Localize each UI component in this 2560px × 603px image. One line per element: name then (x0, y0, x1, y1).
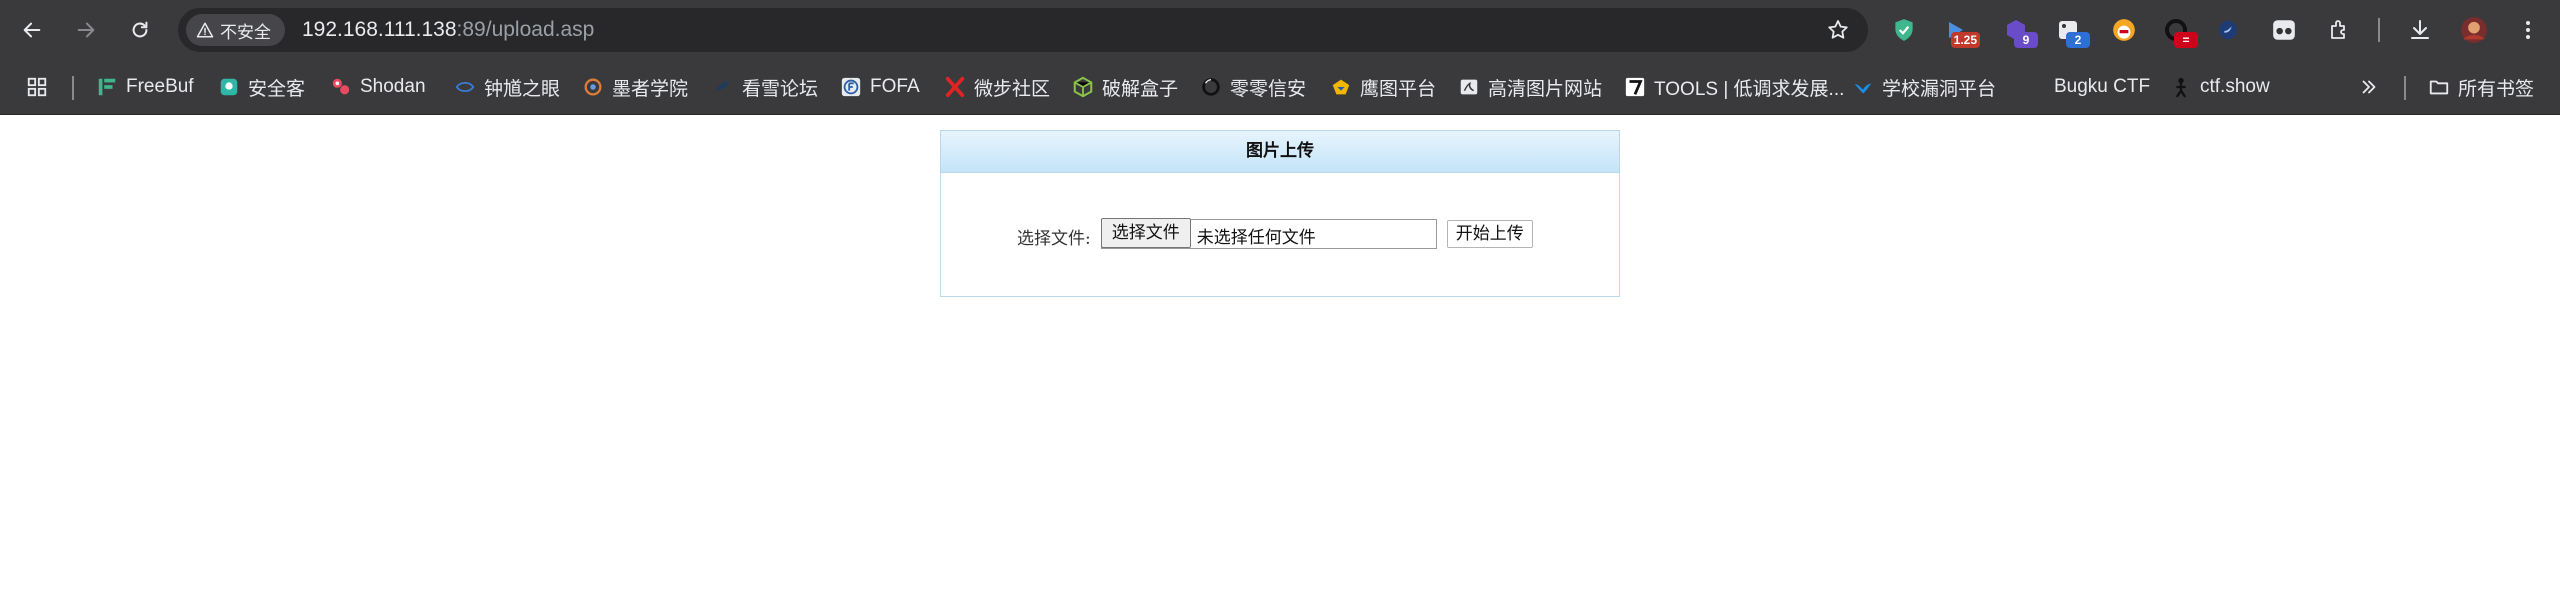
panel-title: 图片上传 (941, 131, 1619, 173)
bookmark-label: 高清图片网站 (1488, 78, 1603, 100)
bird-extension-icon[interactable] (2212, 14, 2244, 46)
dice-extension-badge: 2 (2066, 32, 2090, 48)
warning-icon (196, 22, 214, 38)
hunter-icon (1330, 76, 1352, 98)
bookmark-label: 安全客 (248, 78, 306, 100)
site-info-chip[interactable]: 不安全 (186, 14, 285, 46)
weibu-icon (944, 76, 966, 98)
bookmark-zero[interactable]: 零零信安 (1200, 72, 1306, 102)
zero-icon (1200, 76, 1222, 98)
hex-extension-badge: 9 (2014, 32, 2038, 48)
bookmark-label: 看雪论坛 (742, 78, 819, 100)
bookmark-weibu[interactable]: 微步社区 (944, 72, 1050, 102)
profile-avatar-icon[interactable] (2458, 14, 2490, 46)
bookmark-label: 鹰图平台 (1360, 78, 1437, 100)
file-field-label: 选择文件: (1017, 229, 1091, 249)
bookmark-label: 学校漏洞平台 (1882, 78, 1997, 100)
cup-extension-icon[interactable] (2108, 14, 2140, 46)
g-extension-badge: = (2174, 32, 2198, 48)
insecure-label: 不安全 (220, 22, 271, 43)
bookmark-label: FOFA (870, 76, 920, 97)
extensions-puzzle-icon[interactable] (2324, 14, 2356, 46)
double-chevron-right-icon (2358, 76, 2380, 98)
reload-icon (132, 21, 148, 38)
bookmark-hunter[interactable]: 鹰图平台 (1330, 72, 1436, 102)
back-button[interactable] (14, 12, 50, 48)
browser-toolbar: 不安全 192.168.111.138:89/upload.asp 1.25 9… (0, 0, 2560, 60)
bookmark-star-icon[interactable] (1826, 18, 1850, 42)
video-extension-icon[interactable]: 1.25 (1940, 14, 1980, 48)
bookmark-zoomeye[interactable]: 钟馗之眼 (454, 72, 560, 102)
school-icon (1852, 76, 1874, 98)
bookmark-label: TOOLS | 低调求发展... (1654, 78, 1845, 100)
toolbar-divider (2378, 18, 2380, 42)
bookmark-freebuf[interactable]: FreeBuf (96, 72, 194, 102)
apps-button[interactable] (26, 72, 48, 102)
bookmarks-divider-right (2404, 76, 2406, 100)
download-icon[interactable] (2404, 14, 2436, 46)
video-extension-badge: 1.25 (1950, 32, 1980, 48)
g-extension-icon[interactable]: = (2160, 14, 2198, 48)
hex-extension-icon[interactable]: 9 (2000, 14, 2038, 48)
apps-grid-icon (26, 76, 48, 98)
zoomeye-icon (454, 76, 476, 98)
url-host: 192.168.111.138 (302, 18, 457, 41)
address-bar[interactable]: 不安全 192.168.111.138:89/upload.asp (178, 8, 1868, 52)
fofa-icon (840, 76, 862, 98)
folder-icon (2428, 76, 2450, 98)
bookmark-label: 墨者学院 (612, 78, 689, 100)
all-bookmarks-label: 所有书签 (2458, 78, 2535, 100)
bookmarks-bar: FreeBuf 安全客 Shodan 钟馗之眼 墨者学院 看雪论坛 FOFA 微… (0, 60, 2560, 115)
bookmark-label: 破解盒子 (1102, 78, 1179, 100)
glasses-extension-icon[interactable] (2268, 14, 2300, 46)
bookmark-label: ctf.show (2200, 76, 2270, 97)
file-status-text: 未选择任何文件 (1196, 228, 1316, 248)
bookmarks-divider (72, 76, 74, 100)
bookmark-label: Bugku CTF (2054, 76, 2151, 97)
bookmark-label: 钟馗之眼 (484, 78, 561, 100)
dice-extension-icon[interactable]: 2 (2052, 14, 2090, 48)
bookmark-box[interactable]: 破解盒子 (1072, 72, 1178, 102)
anquanke-icon (218, 76, 240, 98)
all-bookmarks-button[interactable]: 所有书签 (2428, 72, 2534, 102)
forward-button[interactable] (68, 12, 104, 48)
bookmark-tools[interactable]: TOOLS | 低调求发展... (1624, 72, 1844, 102)
bookmark-image[interactable]: 高清图片网站 (1458, 72, 1602, 102)
reload-button[interactable] (122, 12, 158, 48)
upload-panel: 图片上传 选择文件: 选择文件 未选择任何文件 开始上传 (940, 130, 1620, 297)
arrow-left-icon (23, 22, 41, 38)
freebuf-icon (96, 76, 118, 98)
choose-file-button[interactable]: 选择文件 (1100, 218, 1191, 248)
bookmark-shodan[interactable]: Shodan (330, 72, 426, 102)
bookmark-bugku[interactable]: Bugku CTF (2024, 72, 2150, 102)
tools-icon (1624, 76, 1646, 98)
start-upload-button[interactable]: 开始上传 (1446, 219, 1533, 248)
bookmark-label: Shodan (360, 76, 426, 97)
upload-form: 选择文件: 选择文件 未选择任何文件 开始上传 (1017, 218, 1533, 249)
arrow-right-icon (77, 22, 95, 38)
url-text[interactable]: 192.168.111.138:89/upload.asp (302, 8, 594, 52)
shodan-icon (330, 76, 352, 98)
box-icon (1072, 76, 1094, 98)
ctfshow-icon (2170, 76, 2192, 98)
url-path: :89/upload.asp (456, 18, 595, 41)
bookmark-anquanke[interactable]: 安全客 (218, 72, 305, 102)
bookmark-fofa[interactable]: FOFA (840, 72, 920, 102)
bugku-icon (2024, 76, 2046, 98)
menu-kebab-icon[interactable] (2512, 14, 2544, 46)
bookmark-mozhe[interactable]: 墨者学院 (582, 72, 688, 102)
kanxue-icon (712, 76, 734, 98)
bookmark-school[interactable]: 学校漏洞平台 (1852, 72, 1996, 102)
shield-extension-icon[interactable] (1888, 14, 1920, 46)
bookmark-label: 零零信安 (1230, 78, 1307, 100)
bookmarks-overflow-button[interactable] (2358, 72, 2380, 102)
bookmark-label: 微步社区 (974, 78, 1051, 100)
bookmark-kanxue[interactable]: 看雪论坛 (712, 72, 818, 102)
mozhe-icon (582, 76, 604, 98)
file-input[interactable]: 选择文件 未选择任何文件 (1100, 218, 1437, 249)
bookmark-label: FreeBuf (126, 76, 194, 97)
bookmark-ctfshow[interactable]: ctf.show (2170, 72, 2270, 102)
image-icon (1458, 76, 1480, 98)
